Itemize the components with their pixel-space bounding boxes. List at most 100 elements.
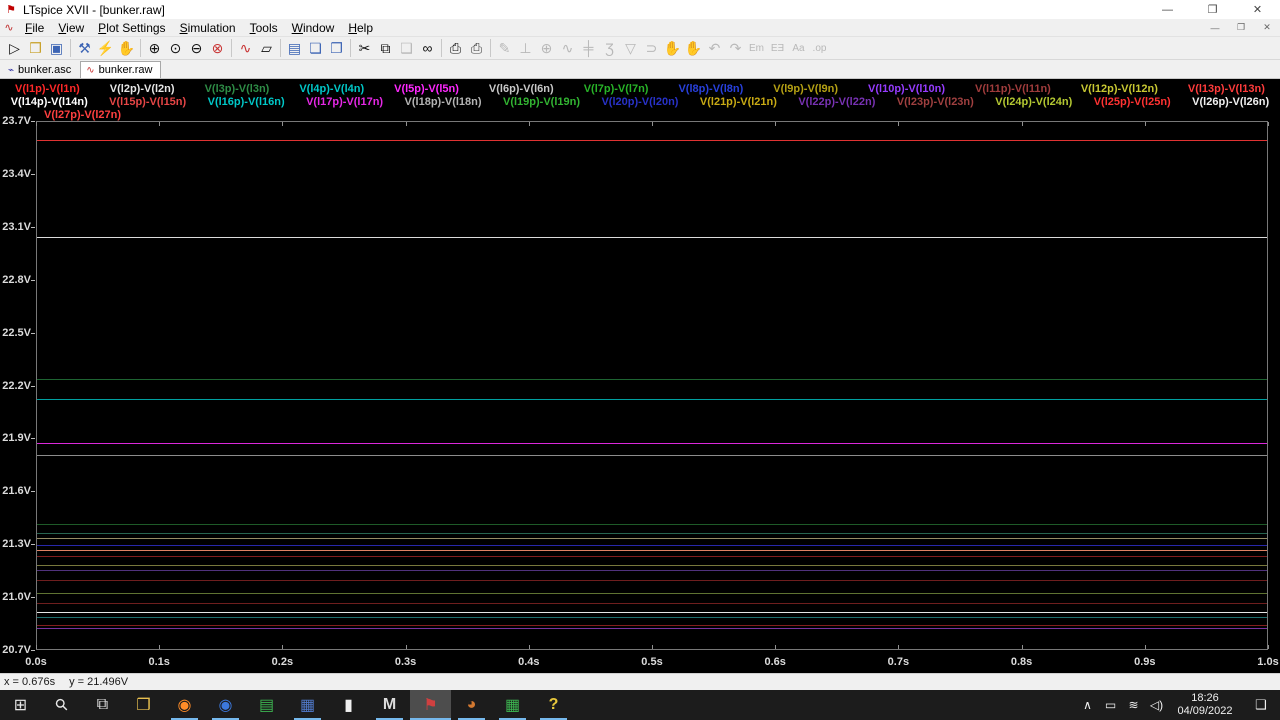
volume-icon[interactable]: ◁) (1145, 698, 1168, 712)
pan-plot-icon[interactable]: ▱ (256, 38, 277, 58)
zoom-back-icon[interactable]: ⊙ (165, 38, 186, 58)
menu-item-window[interactable]: Window (285, 20, 342, 36)
taskbar-clock[interactable]: 18:26 04/09/2022 (1168, 692, 1242, 718)
battery-icon[interactable]: ▭ (1099, 698, 1122, 712)
trace-label[interactable]: V(l27p)-V(l27n) (44, 109, 121, 121)
trace-label[interactable]: V(l14p)-V(l14n) (11, 96, 88, 108)
x-axis-tick-label: 0.5s (641, 656, 663, 668)
trace-label[interactable]: V(l20p)-V(l20n) (601, 96, 678, 108)
trace-label[interactable]: V(l17p)-V(l17n) (306, 96, 383, 108)
trace-label[interactable]: V(l4p)-V(l4n) (299, 83, 364, 95)
trace-label[interactable]: V(l7p)-V(l7n) (584, 83, 649, 95)
firefox-icon[interactable]: ◉ (164, 690, 205, 720)
resistor-icon: ∿ (561, 39, 574, 56)
trace-line (37, 538, 1267, 540)
trace-label[interactable]: V(l9p)-V(l9n) (773, 83, 838, 95)
cascade-windows-icon[interactable]: ❏ (305, 38, 326, 58)
trace-label[interactable]: V(l16p)-V(l16n) (208, 96, 285, 108)
calculator-icon[interactable]: ▦ (287, 690, 328, 720)
new-file-icon[interactable]: ▷ (4, 38, 25, 58)
trace-label[interactable]: V(l13p)-V(l13n) (1188, 83, 1265, 95)
trace-label[interactable]: V(l23p)-V(l23n) (897, 96, 974, 108)
x-axis-tick-label: 0.6s (764, 656, 786, 668)
cut-icon[interactable]: ✂ (354, 38, 375, 58)
tab-bunker.raw[interactable]: ∿ bunker.raw (80, 61, 162, 78)
trace-label[interactable]: V(l8p)-V(l8n) (678, 83, 743, 95)
y-axis-tick-label: 22.8V (2, 273, 31, 286)
open-file-icon[interactable]: ❒ (25, 38, 46, 58)
mdi-restore-button[interactable]: ❐ (1228, 22, 1254, 33)
ltspice-icon[interactable]: ⚑ (410, 690, 451, 720)
trace-label[interactable]: V(l25p)-V(l25n) (1094, 96, 1171, 108)
start-button[interactable]: ⊞ (0, 690, 41, 720)
waveform-viewer[interactable]: V(l1p)-V(l1n) V(l2p)-V(l2n) V(l3p)-V(l3n) V… (0, 79, 1280, 673)
find-icon[interactable]: ∞ (417, 38, 438, 58)
inductor-icon: Ʒ (605, 40, 614, 56)
trace-label[interactable]: V(l15p)-V(l15n) (109, 96, 186, 108)
zoom-full-extents-icon[interactable]: ⊗ (207, 38, 228, 58)
window-title: LTspice XVII - [bunker.raw] (23, 2, 165, 17)
save-icon[interactable]: ▣ (46, 38, 67, 58)
menu-item-file[interactable]: File (18, 20, 51, 36)
trace-label[interactable]: V(l26p)-V(l26n) (1192, 96, 1269, 108)
trace-label[interactable]: V(l19p)-V(l19n) (503, 96, 580, 108)
action-center-icon[interactable]: ❑ (1242, 697, 1280, 713)
rotate-icon: Em (749, 42, 764, 54)
autorange-y-icon[interactable]: ∿ (235, 38, 256, 58)
trace-label[interactable]: V(l24p)-V(l24n) (995, 96, 1072, 108)
paint-app-icon[interactable]: ◕ (451, 690, 492, 720)
mdi-close-button[interactable]: ✕ (1254, 22, 1280, 33)
trace-label[interactable]: V(l18p)-V(l18n) (405, 96, 482, 108)
zoom-out-icon[interactable]: ⊖ (186, 38, 207, 58)
zoom-in-icon[interactable]: ⊕ (144, 38, 165, 58)
y-axis-tick (31, 597, 35, 599)
copy-icon[interactable]: ⧉ (375, 38, 396, 58)
search-button[interactable]: ⚲ (41, 690, 82, 720)
close-button[interactable]: ✕ (1235, 0, 1280, 19)
trace-label[interactable]: V(l10p)-V(l10n) (868, 83, 945, 95)
trace-label[interactable]: V(l6p)-V(l6n) (489, 83, 554, 95)
x-axis-tick (652, 645, 653, 649)
new-window-icon[interactable]: ❐ (326, 38, 347, 58)
wifi-icon[interactable]: ≋ (1122, 698, 1145, 712)
ground-icon: ⊥ (519, 39, 532, 56)
menu-item-help[interactable]: Help (341, 20, 380, 36)
x-axis-tick (282, 645, 284, 649)
y-axis-tick-label: 23.1V (2, 220, 31, 233)
help-doc-icon[interactable]: ? (533, 690, 574, 720)
menu-item-simulation[interactable]: Simulation (173, 20, 243, 36)
task-view-button[interactable]: ⧉ (82, 690, 123, 720)
undo-icon: ↶ (708, 39, 721, 56)
menu-item-plot-settings[interactable]: Plot Settings (91, 20, 172, 36)
control-panel-icon[interactable]: ⚒ (74, 38, 95, 58)
minimize-button[interactable]: — (1145, 0, 1190, 19)
trace-label[interactable]: V(l3p)-V(l3n) (205, 83, 270, 95)
trace-label[interactable]: V(l12p)-V(l12n) (1081, 83, 1158, 95)
m-app-icon[interactable]: M (369, 690, 410, 720)
trace-label[interactable]: V(l1p)-V(l1n) (15, 83, 80, 95)
trace-label[interactable]: V(l11p)-V(l11n) (975, 83, 1051, 95)
tile-windows-icon[interactable]: ▤ (284, 38, 305, 58)
plot-canvas[interactable] (36, 121, 1268, 650)
trace-label[interactable]: V(l5p)-V(l5n) (394, 83, 459, 95)
file-explorer-icon[interactable]: ❒ (123, 690, 164, 720)
trace-label[interactable]: V(l21p)-V(l21n) (700, 96, 777, 108)
legend-row: V(l14p)-V(l14n) V(l15p)-V(l15n) V(l16p)-V(… (0, 95, 1280, 108)
trace-label[interactable]: V(l22p)-V(l22n) (798, 96, 875, 108)
restore-button[interactable]: ❐ (1190, 0, 1235, 19)
spreadsheet-icon[interactable]: ▦ (492, 690, 533, 720)
trace-label[interactable]: V(l2p)-V(l2n) (110, 83, 175, 95)
menu-item-tools[interactable]: Tools (243, 20, 285, 36)
print-preview-icon[interactable]: ⎙ (466, 38, 487, 58)
trace-line (37, 624, 1267, 626)
thunderbird-icon[interactable]: ◉ (205, 690, 246, 720)
tab-bunker.asc[interactable]: ⌁ bunker.asc (2, 61, 80, 78)
print-icon[interactable]: ⎙ (445, 38, 466, 58)
legend-row: V(l1p)-V(l1n) V(l2p)-V(l2n) V(l3p)-V(l3n) V… (0, 82, 1280, 95)
document-editor-icon[interactable]: ▤ (246, 690, 287, 720)
run-icon[interactable]: ⚡ (95, 38, 116, 58)
menu-item-view[interactable]: View (51, 20, 91, 36)
text-document-icon[interactable]: ▮ (328, 690, 369, 720)
tray-chevron-icon[interactable]: ∧ (1076, 698, 1099, 712)
mdi-minimize-button[interactable]: — (1202, 23, 1228, 33)
